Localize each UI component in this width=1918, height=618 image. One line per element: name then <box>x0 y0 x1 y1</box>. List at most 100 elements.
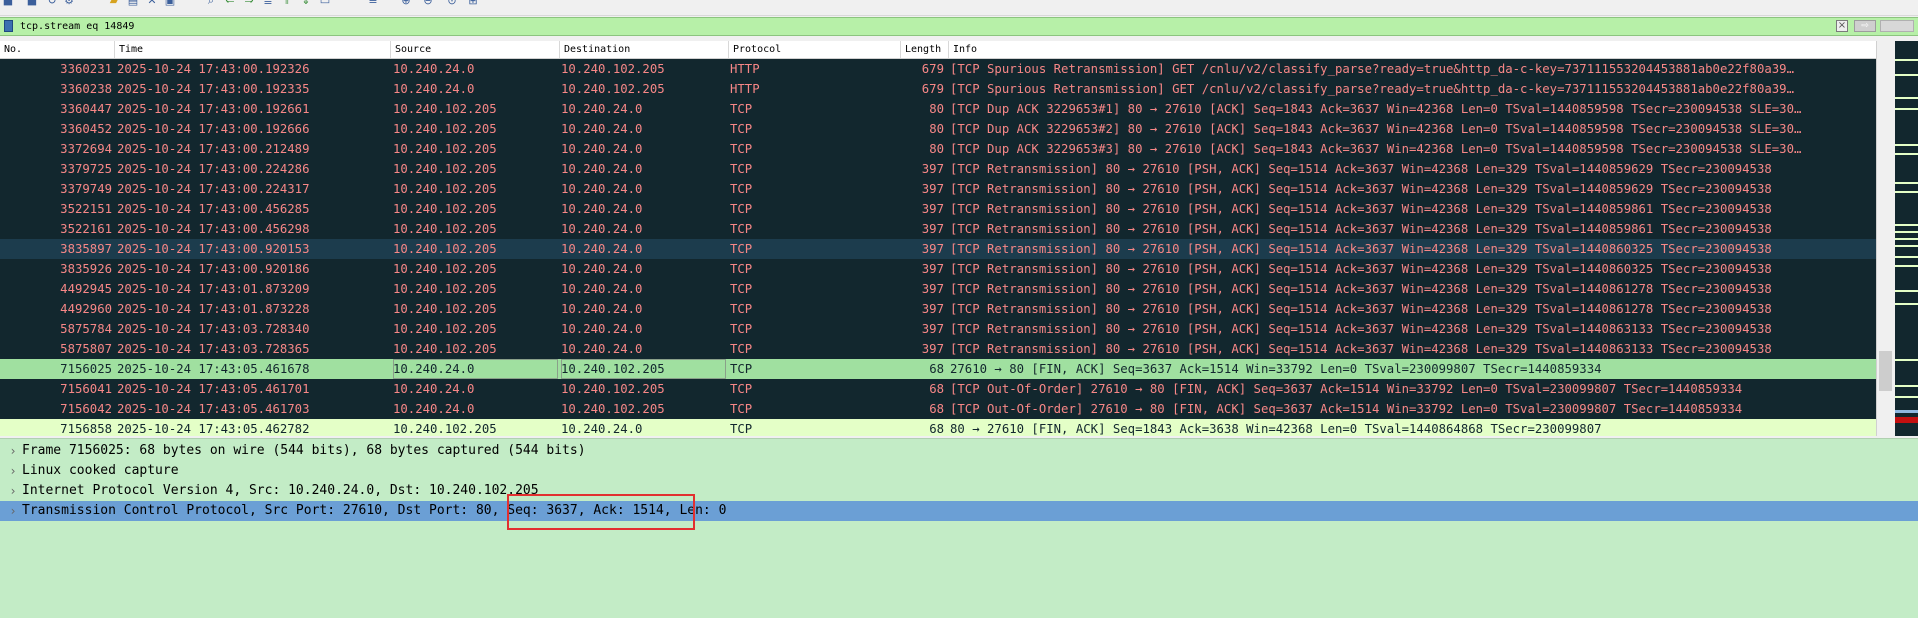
packet-time: 2025-10-24 17:43:05.461703 <box>117 402 310 416</box>
zoom-out-icon[interactable]: ⊖ <box>422 0 434 7</box>
packet-length: 68 <box>929 382 944 396</box>
detail-ipv4[interactable]: › Internet Protocol Version 4, Src: 10.2… <box>0 481 1918 501</box>
minimap-mark <box>1895 153 1918 155</box>
minimap-mark <box>1895 385 1918 387</box>
resize-columns-icon[interactable]: ⊞ <box>467 0 479 7</box>
expand-chevron-icon[interactable]: › <box>8 441 18 461</box>
packet-minimap[interactable] <box>1895 41 1918 436</box>
packet-time: 2025-10-24 17:43:00.920153 <box>117 242 310 256</box>
packet-length: 80 <box>929 102 944 116</box>
colorize-icon[interactable]: ≡ <box>367 0 379 7</box>
detail-frame[interactable]: › Frame 7156025: 68 bytes on wire (544 b… <box>0 441 1918 461</box>
packet-info: [TCP Retransmission] 80 → 27610 [PSH, AC… <box>950 242 1772 256</box>
packet-time: 2025-10-24 17:43:05.461701 <box>117 382 310 396</box>
stop-icon[interactable]: ■ <box>2 0 14 7</box>
packet-info: [TCP Retransmission] 80 → 27610 [PSH, AC… <box>950 162 1772 176</box>
column-header-protocol[interactable]: Protocol <box>729 41 901 58</box>
column-header-source[interactable]: Source <box>391 41 560 58</box>
packet-source: 10.240.102.205 <box>393 422 497 436</box>
find-icon[interactable]: ⌕ <box>205 0 217 7</box>
minimap-mark <box>1895 97 1918 99</box>
packet-row[interactable]: 7156042 2025-10-24 17:43:05.461703 10.240.… <box>0 399 1876 419</box>
packet-destination: 10.240.24.0 <box>561 182 643 196</box>
packet-time: 2025-10-24 17:43:03.728340 <box>117 322 310 336</box>
last-icon[interactable]: ⇓ <box>300 0 312 7</box>
packet-source: 10.240.102.205 <box>393 142 497 156</box>
options-icon[interactable]: ⚙ <box>63 0 75 7</box>
packet-length: 397 <box>921 282 944 296</box>
zoom-in-icon[interactable]: ⊕ <box>400 0 412 7</box>
detail-tcp-selected[interactable]: › Transmission Control Protocol, Src Por… <box>0 501 1918 521</box>
packet-row[interactable]: 5875784 2025-10-24 17:43:03.728340 10.240.… <box>0 319 1876 339</box>
bookmark-icon[interactable] <box>4 20 13 32</box>
packet-destination: 10.240.24.0 <box>561 262 643 276</box>
minimap-mark <box>1895 59 1918 61</box>
packet-row[interactable]: 3360452 2025-10-24 17:43:00.192666 10.240.… <box>0 119 1876 139</box>
packet-protocol: TCP <box>730 282 753 296</box>
stop-capture-icon[interactable]: ■ <box>26 0 38 7</box>
column-header-info[interactable]: Info <box>949 41 1876 58</box>
save-icon[interactable]: ▤ <box>127 0 139 7</box>
column-header-destination[interactable]: Destination <box>560 41 729 58</box>
packet-source: 10.240.102.205 <box>393 322 497 336</box>
scrollbar-thumb[interactable] <box>1879 351 1892 391</box>
go-forward-icon[interactable]: ⇒ <box>243 0 255 7</box>
packet-row[interactable]: 3835926 2025-10-24 17:43:00.920186 10.240.… <box>0 259 1876 279</box>
packet-protocol: TCP <box>730 362 753 376</box>
packet-no: 3360452 <box>60 122 112 136</box>
packet-source: 10.240.24.0 <box>393 359 558 379</box>
first-icon[interactable]: ⇑ <box>281 0 293 7</box>
packet-list-scrollbar[interactable] <box>1876 41 1895 436</box>
close-file-icon[interactable]: ✕ <box>146 0 158 7</box>
zoom-normal-icon[interactable]: ⊙ <box>446 0 458 7</box>
column-header-time[interactable]: Time <box>115 41 391 58</box>
packet-source: 10.240.102.205 <box>393 162 497 176</box>
packet-length: 397 <box>921 262 944 276</box>
detail-linux-cooked[interactable]: › Linux cooked capture <box>0 461 1918 481</box>
go-to-icon[interactable]: ≣ <box>262 0 274 7</box>
packet-no: 3372694 <box>60 142 112 156</box>
packet-row[interactable]: 7156041 2025-10-24 17:43:05.461701 10.240.… <box>0 379 1876 399</box>
packet-row[interactable]: 7156858 2025-10-24 17:43:05.462782 10.240.… <box>0 419 1876 436</box>
expand-chevron-icon[interactable]: › <box>8 461 18 481</box>
packet-row[interactable]: 4492945 2025-10-24 17:43:01.873209 10.240.… <box>0 279 1876 299</box>
packet-info: [TCP Spurious Retransmission] GET /cnlu/… <box>950 62 1794 76</box>
filter-expressions-button[interactable] <box>1880 20 1914 32</box>
reload-icon[interactable]: ▣ <box>164 0 176 7</box>
expand-chevron-icon[interactable]: › <box>8 501 18 521</box>
apply-filter-button[interactable]: ⇨ <box>1854 20 1876 32</box>
packet-source: 10.240.102.205 <box>393 122 497 136</box>
packet-time: 2025-10-24 17:43:00.456298 <box>117 222 310 236</box>
packet-row[interactable]: 3372694 2025-10-24 17:43:00.212489 10.240.… <box>0 139 1876 159</box>
minimap-mark <box>1895 238 1918 240</box>
packet-row[interactable]: 3522161 2025-10-24 17:43:00.456298 10.240.… <box>0 219 1876 239</box>
go-back-icon[interactable]: ⇐ <box>224 0 236 7</box>
packet-time: 2025-10-24 17:43:00.192326 <box>117 62 310 76</box>
autoscroll-icon[interactable]: ▭ <box>319 0 331 7</box>
packet-row[interactable]: 3835897 2025-10-24 17:43:00.920153 10.240.… <box>0 239 1876 259</box>
expand-chevron-icon[interactable]: › <box>8 481 18 501</box>
packet-destination: 10.240.24.0 <box>561 222 643 236</box>
packet-row[interactable]: 3360447 2025-10-24 17:43:00.192661 10.240.… <box>0 99 1876 119</box>
packet-info: [TCP Retransmission] 80 → 27610 [PSH, AC… <box>950 342 1772 356</box>
packet-row[interactable]: 5875807 2025-10-24 17:43:03.728365 10.240.… <box>0 339 1876 359</box>
clear-filter-icon[interactable]: × <box>1836 20 1848 32</box>
column-header-length[interactable]: Length <box>901 41 949 58</box>
open-icon[interactable]: ▰ <box>108 0 120 7</box>
packet-row[interactable]: 3379725 2025-10-24 17:43:00.224286 10.240.… <box>0 159 1876 179</box>
packet-time: 2025-10-24 17:43:01.873209 <box>117 282 310 296</box>
display-filter-input[interactable]: tcp.stream eq 14849 <box>20 19 134 34</box>
packet-row[interactable]: 3360238 2025-10-24 17:43:00.192335 10.240.… <box>0 79 1876 99</box>
packet-row[interactable]: 4492960 2025-10-24 17:43:01.873228 10.240.… <box>0 299 1876 319</box>
packet-row[interactable]: 3522151 2025-10-24 17:43:00.456285 10.240.… <box>0 199 1876 219</box>
packet-row-selected[interactable]: 7156025 2025-10-24 17:43:05.461678 10.240.… <box>0 359 1876 379</box>
packet-row[interactable]: 3379749 2025-10-24 17:43:00.224317 10.240.… <box>0 179 1876 199</box>
column-header-no[interactable]: No. <box>0 41 115 58</box>
packet-info: [TCP Out-Of-Order] 27610 → 80 [FIN, ACK]… <box>950 402 1743 416</box>
minimap-mark <box>1895 410 1918 413</box>
packet-row[interactable]: 3360231 2025-10-24 17:43:00.192326 10.240.… <box>0 59 1876 79</box>
restart-icon[interactable]: ↻ <box>46 0 58 7</box>
packet-info: [TCP Dup ACK 3229653#1] 80 → 27610 [ACK]… <box>950 102 1802 116</box>
packet-destination: 10.240.24.0 <box>561 322 643 336</box>
packet-info: [TCP Retransmission] 80 → 27610 [PSH, AC… <box>950 282 1772 296</box>
